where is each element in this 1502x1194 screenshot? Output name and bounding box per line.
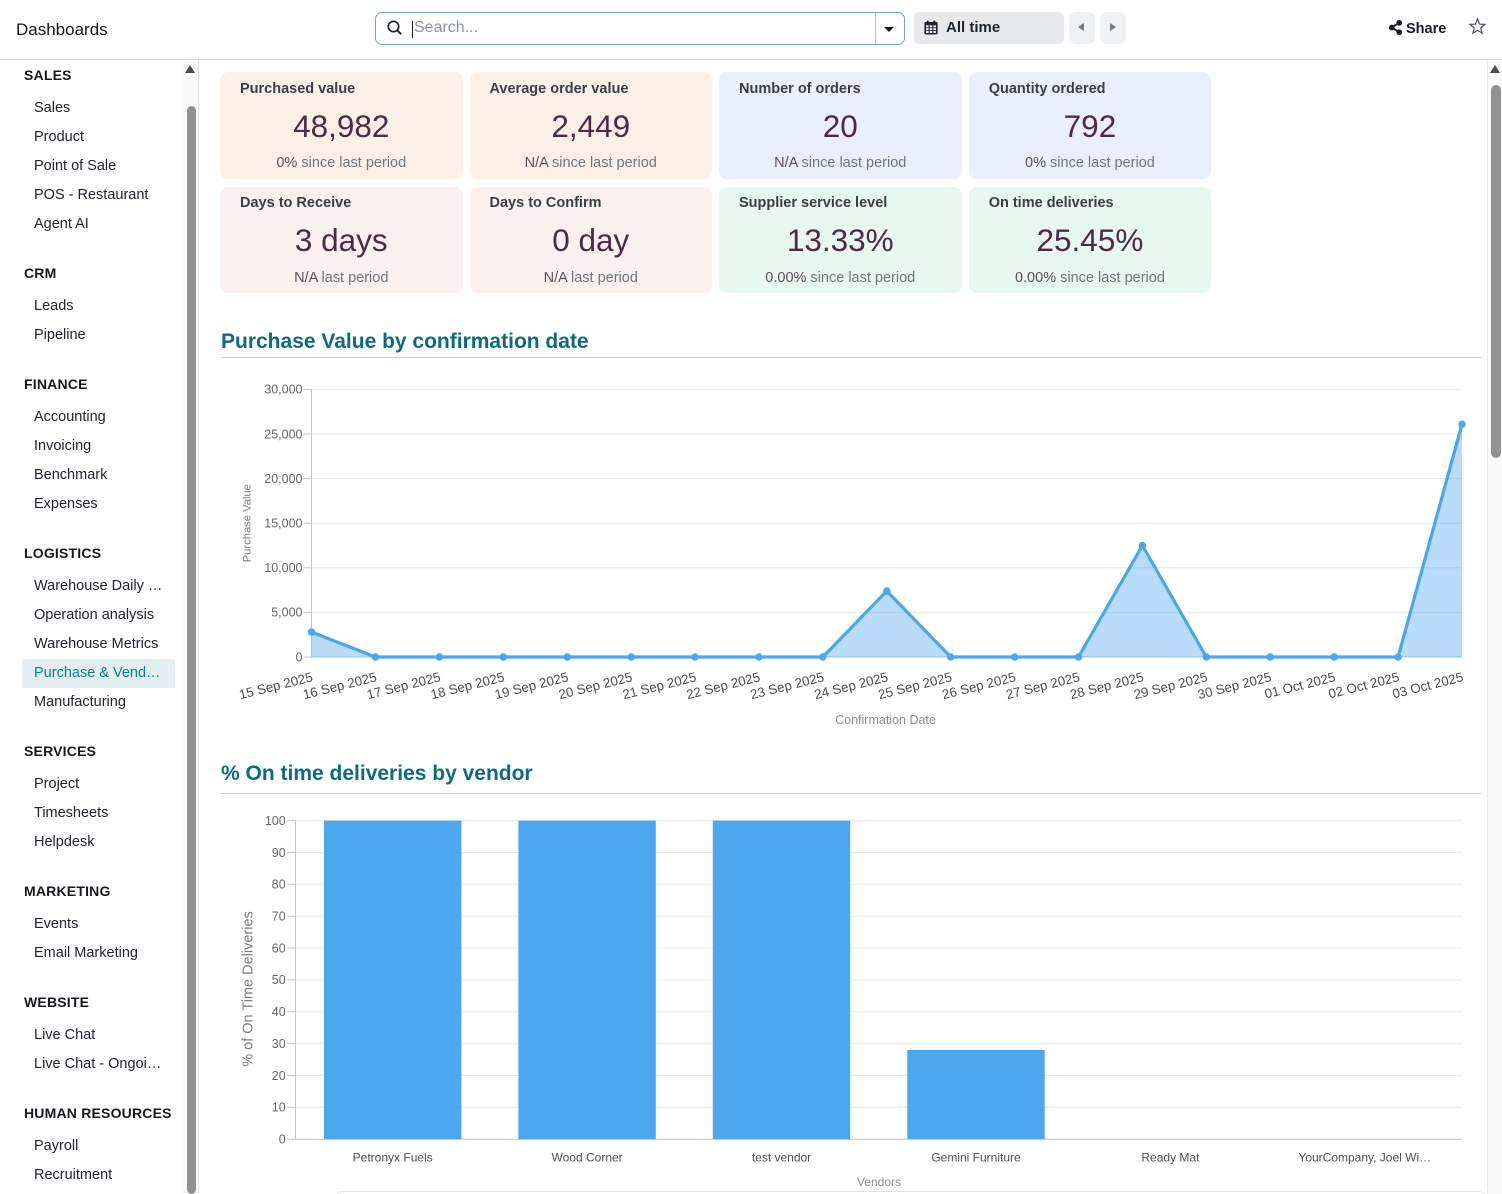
svg-text:02 Oct 2025: 02 Oct 2025 (1327, 669, 1401, 701)
svg-text:% of On Time Deliveries: % of On Time Deliveries (240, 911, 256, 1067)
svg-text:03 Oct 2025: 03 Oct 2025 (1391, 669, 1465, 701)
svg-text:20,000: 20,000 (264, 472, 302, 486)
svg-text:YourCompany, Joel Wi…: YourCompany, Joel Wi… (1298, 1151, 1431, 1165)
svg-text:80: 80 (272, 878, 286, 892)
svg-text:Petronyx Fuels: Petronyx Fuels (353, 1151, 433, 1165)
svg-text:25,000: 25,000 (264, 427, 302, 441)
svg-text:20: 20 (272, 1069, 286, 1083)
svg-text:Wood Corner: Wood Corner (552, 1151, 623, 1165)
svg-text:60: 60 (272, 941, 286, 955)
svg-text:0: 0 (279, 1133, 286, 1147)
svg-text:18 Sep 2025: 18 Sep 2025 (429, 669, 506, 702)
svg-text:30: 30 (272, 1037, 286, 1051)
svg-text:5,000: 5,000 (271, 606, 302, 620)
svg-text:15,000: 15,000 (264, 517, 302, 531)
svg-text:Vendors: Vendors (857, 1175, 901, 1189)
svg-text:Confirmation Date: Confirmation Date (835, 713, 936, 727)
svg-text:10,000: 10,000 (264, 561, 302, 575)
svg-text:01 Oct 2025: 01 Oct 2025 (1263, 669, 1337, 701)
svg-text:test vendor: test vendor (752, 1151, 811, 1165)
svg-text:0: 0 (296, 650, 303, 664)
svg-text:Gemini Furniture: Gemini Furniture (931, 1151, 1021, 1165)
svg-text:70: 70 (272, 910, 286, 924)
svg-text:30 Sep 2025: 30 Sep 2025 (1196, 669, 1273, 702)
svg-text:90: 90 (272, 846, 286, 860)
svg-text:100: 100 (265, 814, 286, 828)
svg-text:10: 10 (272, 1101, 286, 1115)
svg-text:50: 50 (272, 973, 286, 987)
svg-text:Ready Mat: Ready Mat (1141, 1151, 1200, 1165)
svg-text:23 Sep 2025: 23 Sep 2025 (749, 669, 826, 702)
svg-text:40: 40 (272, 1005, 286, 1019)
svg-text:30,000: 30,000 (264, 383, 302, 397)
svg-text:Purchase Value: Purchase Value (242, 484, 254, 562)
